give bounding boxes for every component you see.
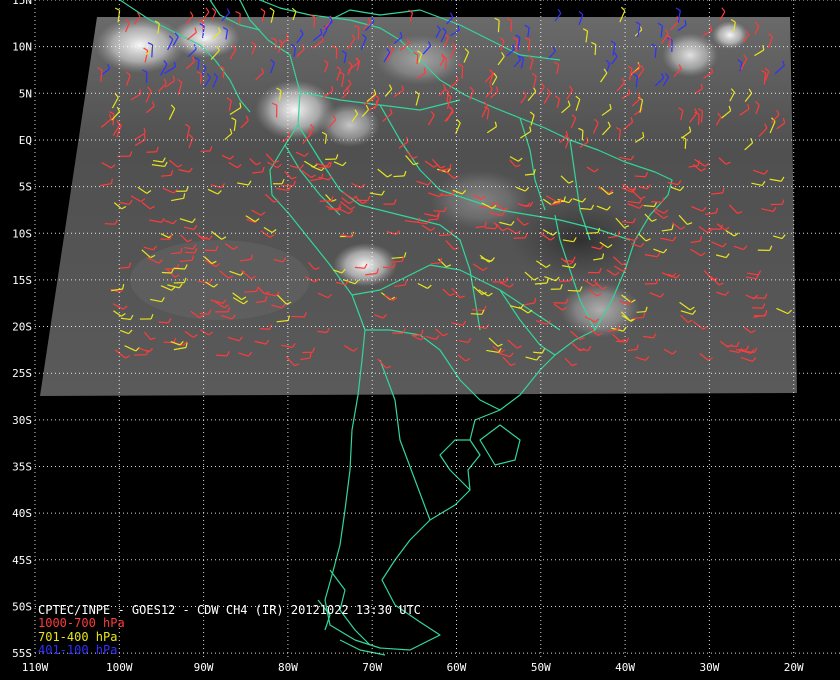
latitude-tick-label: 45S xyxy=(12,554,32,567)
latitude-tick-label: 10S xyxy=(12,227,32,240)
coastline-segment xyxy=(479,424,521,466)
longitude-tick-label: 80W xyxy=(278,661,298,674)
legend-high-level: 401-100 hPa xyxy=(38,643,118,657)
latitude-tick-label: 5N xyxy=(19,87,32,100)
longitude-tick-label: 30W xyxy=(699,661,719,674)
latitude-tick-label: 5S xyxy=(19,181,32,194)
latitude-tick-label: 15N xyxy=(12,0,32,7)
latitude-tick-label: 25S xyxy=(12,367,32,380)
latitude-tick-label: 30S xyxy=(12,414,32,427)
latitude-tick-label: 10N xyxy=(12,41,32,54)
longitude-tick-label: 90W xyxy=(194,661,214,674)
longitude-tick-label: 60W xyxy=(447,661,467,674)
longitude-tick-label: 110W xyxy=(22,661,49,674)
longitude-ticks: 110W 100W 90W 80W 70W 60W 50W 40W 30W 20W xyxy=(22,661,804,674)
longitude-tick-label: 20W xyxy=(784,661,804,674)
latitude-tick-label: 55S xyxy=(12,647,32,660)
longitude-tick-label: 40W xyxy=(615,661,635,674)
longitude-tick-label: 70W xyxy=(362,661,382,674)
latitude-tick-label: 50S xyxy=(12,600,32,613)
satellite-wind-map: 15N 10N 5N EQ 5S 10S 15S 20S 25S 30S 35S 40S 45S 50S 5… xyxy=(12,0,840,674)
latitude-tick-label: 15S xyxy=(12,274,32,287)
latitude-tick-label: 35S xyxy=(12,461,32,474)
latitude-tick-label: 40S xyxy=(12,507,32,520)
longitude-tick-label: 50W xyxy=(531,661,551,674)
latitude-tick-label: 20S xyxy=(12,321,32,334)
longitude-tick-label: 100W xyxy=(106,661,133,674)
latitude-tick-label: EQ xyxy=(19,134,32,147)
latitude-ticks: 15N 10N 5N EQ 5S 10S 15S 20S 25S 30S 35S 40S 45S 50S 5… xyxy=(12,0,32,660)
coastline-segment xyxy=(439,439,471,491)
legend-low-level: 1000-700 hPa xyxy=(38,616,125,630)
